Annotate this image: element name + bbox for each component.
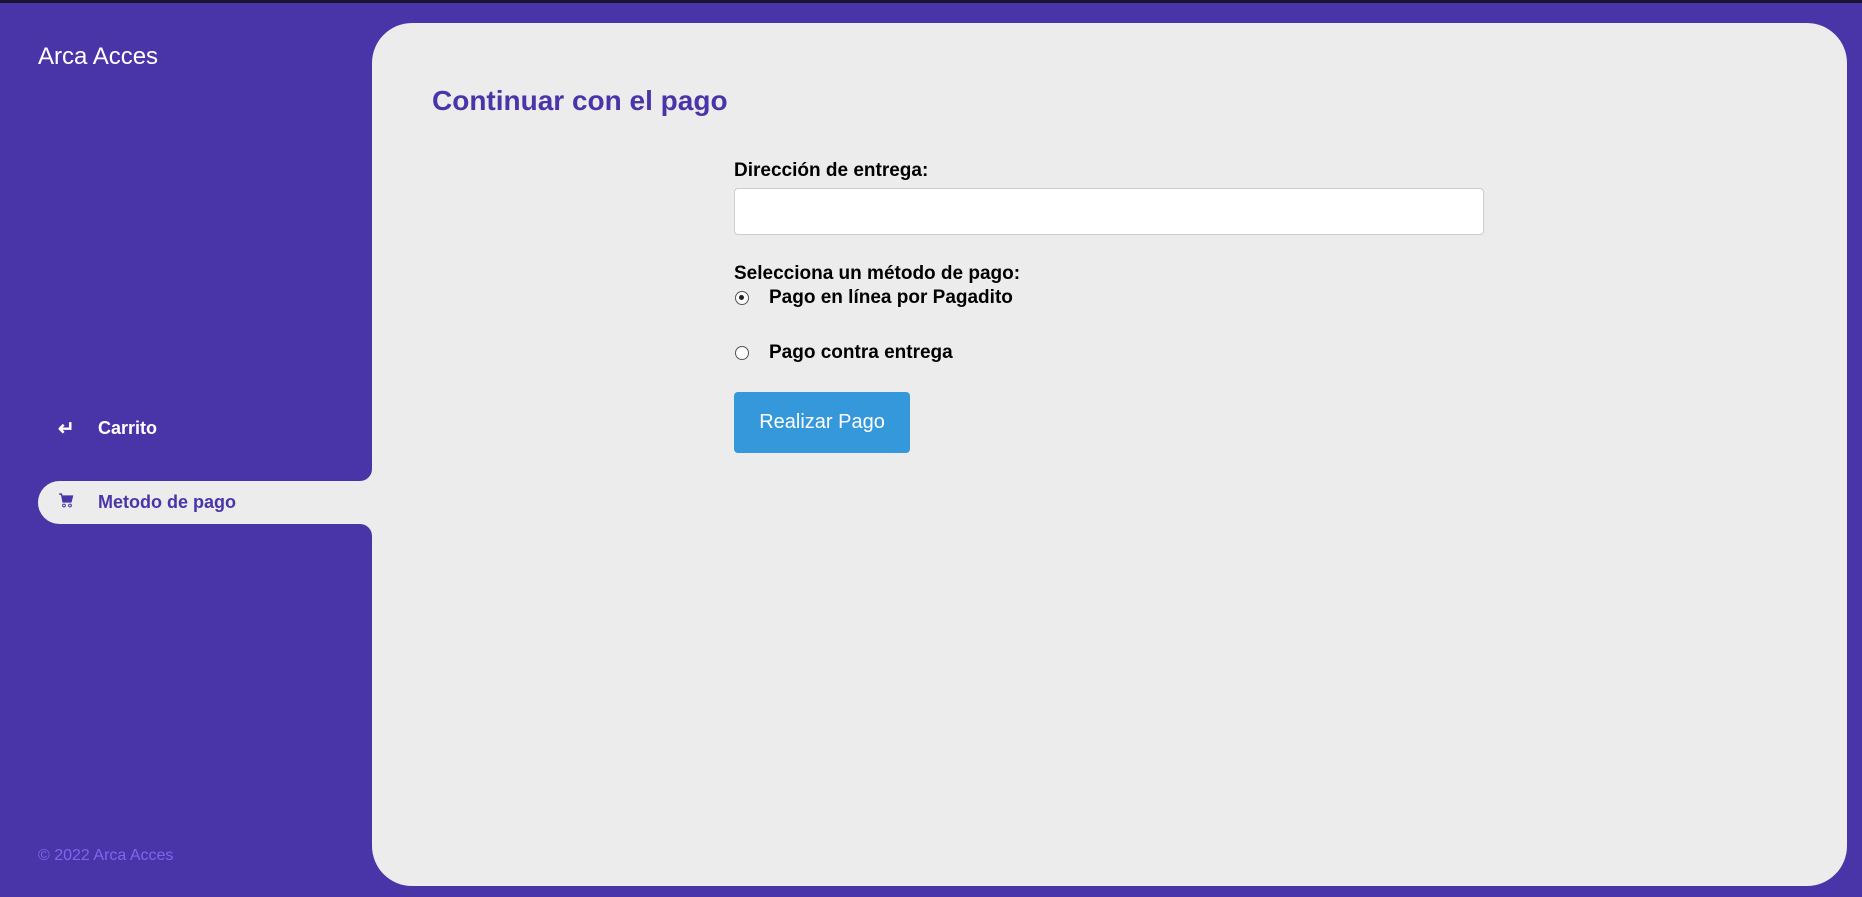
main-panel: Continuar con el pago Dirección de entre…: [372, 23, 1847, 886]
payment-option-pagadito[interactable]: Pago en línea por Pagadito: [734, 285, 1484, 311]
page-title: Continuar con el pago: [432, 85, 728, 116]
address-input[interactable]: [734, 188, 1484, 235]
checkout-form: Dirección de entrega: Selecciona un méto…: [734, 160, 1484, 453]
option-label: Pago en línea por Pagadito: [769, 287, 1013, 308]
sidebar-item-metodo-de-pago[interactable]: Metodo de pago: [38, 481, 372, 524]
radio-button[interactable]: [735, 291, 749, 305]
payment-option-contra-entrega[interactable]: Pago contra entrega: [734, 340, 1484, 366]
submit-payment-button[interactable]: Realizar Pago: [734, 392, 910, 453]
sidebar-item-label: Metodo de pago: [98, 492, 236, 512]
payment-method-label: Selecciona un método de pago:: [734, 263, 1021, 284]
footer-copyright: © 2022 Arca Acces: [38, 847, 174, 864]
active-tab-curve: [350, 524, 372, 546]
cart-icon: [38, 491, 98, 514]
return-arrow-icon: ↵: [58, 418, 75, 440]
option-label: Pago contra entrega: [769, 342, 953, 363]
top-bar: [0, 0, 1862, 3]
brand-title: Arca Acces: [38, 43, 159, 70]
address-label: Dirección de entrega:: [734, 160, 929, 181]
radio-button[interactable]: [735, 346, 749, 360]
sidebar-item-carrito[interactable]: ↵ Carrito: [38, 407, 372, 450]
sidebar-item-label: Carrito: [98, 418, 158, 438]
